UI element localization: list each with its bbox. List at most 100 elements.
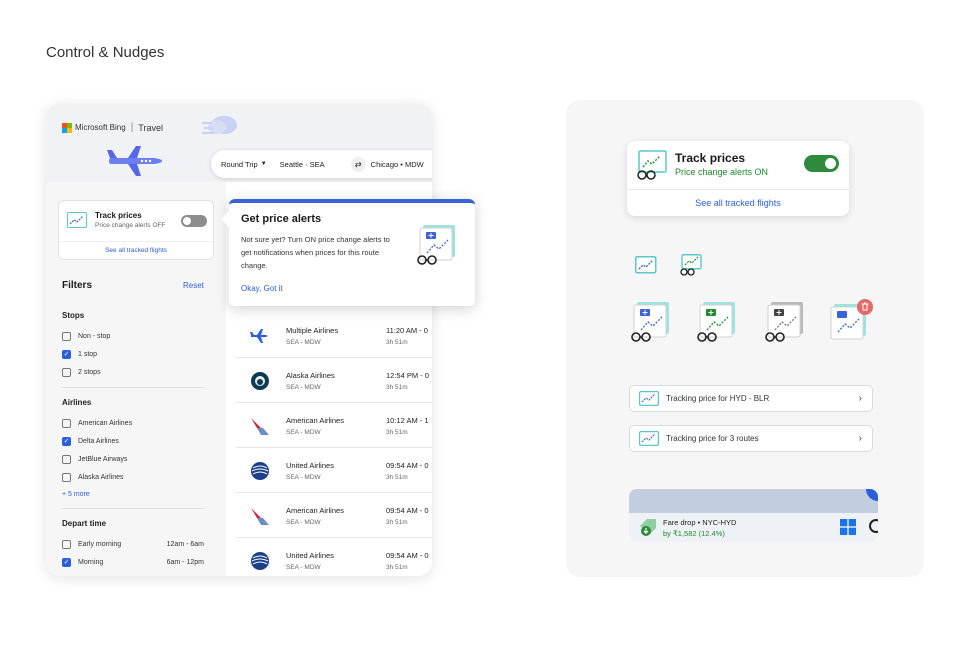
chevron-down-icon: ▼ bbox=[260, 161, 267, 167]
multi-airline-plane-icon bbox=[248, 324, 272, 348]
airline-name: Multiple Airlines bbox=[286, 325, 339, 335]
track-prices-card-large: Track prices Price change alerts ON See … bbox=[627, 141, 849, 216]
flight-time: 09:54 AM - 0 bbox=[386, 505, 429, 515]
flight-time: 10:12 AM - 1 bbox=[386, 415, 429, 425]
flight-row[interactable]: Alaska Airlines SEA - MDW 12:54 PM - 0 3h … bbox=[236, 359, 432, 403]
checkbox[interactable] bbox=[62, 473, 71, 482]
see-tracked-flights-link[interactable]: See all tracked flights bbox=[59, 241, 213, 254]
checkbox-checked[interactable]: ✓ bbox=[62, 437, 71, 446]
flight-time: 12:54 PM - 0 bbox=[386, 370, 429, 380]
checkbox[interactable] bbox=[62, 368, 71, 377]
checkbox[interactable] bbox=[62, 419, 71, 428]
price-alert-popover: Get price alerts Not sure yet? Turn ON p… bbox=[221, 199, 475, 306]
see-tracked-flights-link[interactable]: See all tracked flights bbox=[627, 189, 849, 208]
tracking-route-pill[interactable]: Tracking price for HYD - BLR › bbox=[629, 385, 873, 412]
price-tracker-glasses-icon bbox=[637, 150, 667, 180]
checkbox-checked[interactable]: ✓ bbox=[62, 350, 71, 359]
price-tracker-delete-icon bbox=[830, 299, 873, 340]
cloud-icon bbox=[202, 116, 237, 134]
checkbox[interactable] bbox=[62, 455, 71, 464]
filter-checkbox[interactable]: ✓ Delta Airlines bbox=[62, 437, 212, 446]
flight-row[interactable]: United Airlines SEA - MDW 09:54 AM - 0 3h … bbox=[236, 539, 432, 576]
checkbox[interactable] bbox=[62, 332, 71, 341]
flight-time: 11:20 AM - 0 bbox=[386, 325, 428, 335]
track-prices-title: Track prices bbox=[675, 151, 746, 165]
fare-drop-detail: by ₹1,582 (12.4%) bbox=[663, 529, 725, 538]
airline-name: Alaska Airlines bbox=[286, 370, 335, 380]
route: SEA - MDW bbox=[286, 338, 321, 346]
flight-row[interactable]: United Airlines SEA - MDW 09:54 AM - 0 3h … bbox=[236, 449, 432, 493]
filter-checkbox[interactable]: American Airlines bbox=[62, 419, 212, 428]
duration: 3h 51m bbox=[386, 473, 408, 481]
filter-checkbox[interactable]: Alaska Airlines bbox=[62, 473, 212, 482]
route: SEA - MDW bbox=[286, 473, 321, 481]
price-tracker-glasses-icon bbox=[417, 225, 455, 265]
american-airlines-logo bbox=[248, 504, 272, 528]
filter-checkbox[interactable]: 2 stops bbox=[62, 368, 212, 377]
alaska-airlines-logo bbox=[248, 369, 272, 393]
track-prices-title: Track prices bbox=[95, 211, 142, 220]
flight-row[interactable]: American Airlines SEA - MDW 10:12 AM - 1 3… bbox=[236, 404, 432, 448]
divider bbox=[62, 387, 204, 388]
hero-banner: Microsoft Bing | Travel Round Trip ▼ Sea… bbox=[46, 104, 432, 182]
price-chart-icon bbox=[639, 391, 659, 406]
brand: Microsoft Bing | Travel bbox=[62, 122, 163, 133]
duration: 3h 51m bbox=[386, 383, 408, 391]
fare-drop-title: Fare drop • NYC-HYD bbox=[663, 518, 737, 527]
loading-spinner-icon bbox=[869, 519, 878, 533]
united-airlines-logo bbox=[248, 549, 272, 573]
flight-time: 09:54 AM - 0 bbox=[386, 550, 429, 560]
filter-checkbox[interactable]: Early morning 12am - 6am bbox=[62, 540, 212, 549]
divider bbox=[62, 508, 204, 509]
destination-field[interactable]: Chicago • MDW bbox=[371, 160, 424, 169]
airlines-section-title: Airlines bbox=[62, 398, 92, 407]
chevron-right-icon: › bbox=[858, 433, 862, 444]
flight-row[interactable]: Multiple Airlines SEA - MDW 11:20 AM - 0 3… bbox=[236, 314, 432, 358]
origin-field[interactable]: Seattle · SEA bbox=[280, 160, 325, 169]
route: SEA - MDW bbox=[286, 563, 321, 571]
swap-icon[interactable]: ⇄ bbox=[350, 156, 366, 172]
price-alert-toggle[interactable] bbox=[181, 215, 207, 227]
price-chart-icon bbox=[67, 212, 87, 228]
airline-name: American Airlines bbox=[286, 505, 344, 515]
route: SEA - MDW bbox=[286, 383, 321, 391]
travel-app-window: Microsoft Bing | Travel Round Trip ▼ Sea… bbox=[46, 104, 432, 576]
filter-checkbox[interactable]: ✓ Morning 6am - 12pm bbox=[62, 558, 212, 567]
route: SEA - MDW bbox=[286, 428, 321, 436]
filter-checkbox[interactable]: Non - stop bbox=[62, 332, 212, 341]
duration: 3h 51m bbox=[386, 428, 408, 436]
windows-logo-icon bbox=[840, 519, 856, 535]
okay-got-it-button[interactable]: Okay, Got it bbox=[241, 284, 283, 293]
airline-name: American Airlines bbox=[286, 415, 344, 425]
popover-title: Get price alerts bbox=[241, 213, 322, 225]
united-airlines-logo bbox=[248, 459, 272, 483]
fare-drop-notification[interactable]: Fare drop • NYC-HYD by ₹1,582 (12.4%) bbox=[629, 489, 878, 542]
checkbox-checked[interactable]: ✓ bbox=[62, 558, 71, 567]
stops-section-title: Stops bbox=[62, 311, 85, 320]
tracking-pill-label: Tracking price for 3 routes bbox=[666, 434, 759, 443]
checkbox[interactable] bbox=[62, 540, 71, 549]
brand-name: Microsoft Bing bbox=[75, 123, 126, 132]
flight-search-bar[interactable]: Round Trip ▼ Seattle · SEA ⇄ Chicago • M… bbox=[211, 150, 432, 178]
microsoft-logo-icon bbox=[62, 122, 72, 133]
filter-checkbox[interactable]: JetBlue Airways bbox=[62, 455, 212, 464]
trip-type-select[interactable]: Round Trip bbox=[221, 160, 258, 169]
more-airlines-link[interactable]: + 5 more bbox=[62, 491, 90, 498]
reset-filters-link[interactable]: Reset bbox=[183, 281, 204, 290]
filter-checkbox[interactable]: ✓ 1 stop bbox=[62, 350, 212, 359]
price-tracker-add-gray-icon bbox=[765, 302, 803, 342]
flight-row[interactable]: American Airlines SEA - MDW 09:54 AM - 0 3… bbox=[236, 494, 432, 538]
page-title: Control & Nudges bbox=[46, 44, 165, 61]
section-name: Travel bbox=[138, 122, 163, 133]
tracking-pill-label: Tracking price for HYD - BLR bbox=[666, 394, 770, 403]
depart-time-section-title: Depart time bbox=[62, 519, 107, 528]
track-prices-card: Track prices Price change alerts OFF See… bbox=[58, 200, 214, 260]
price-alert-toggle-on[interactable] bbox=[804, 155, 839, 172]
filters-title: Filters bbox=[62, 280, 93, 291]
airline-name: United Airlines bbox=[286, 460, 334, 470]
price-tracker-glasses-small-icon bbox=[680, 254, 702, 276]
american-airlines-logo bbox=[248, 414, 272, 438]
filters-sidebar: Track prices Price change alerts OFF See… bbox=[46, 182, 226, 576]
track-prices-status: Price change alerts OFF bbox=[95, 222, 166, 229]
tracking-routes-pill[interactable]: Tracking price for 3 routes › bbox=[629, 425, 873, 452]
